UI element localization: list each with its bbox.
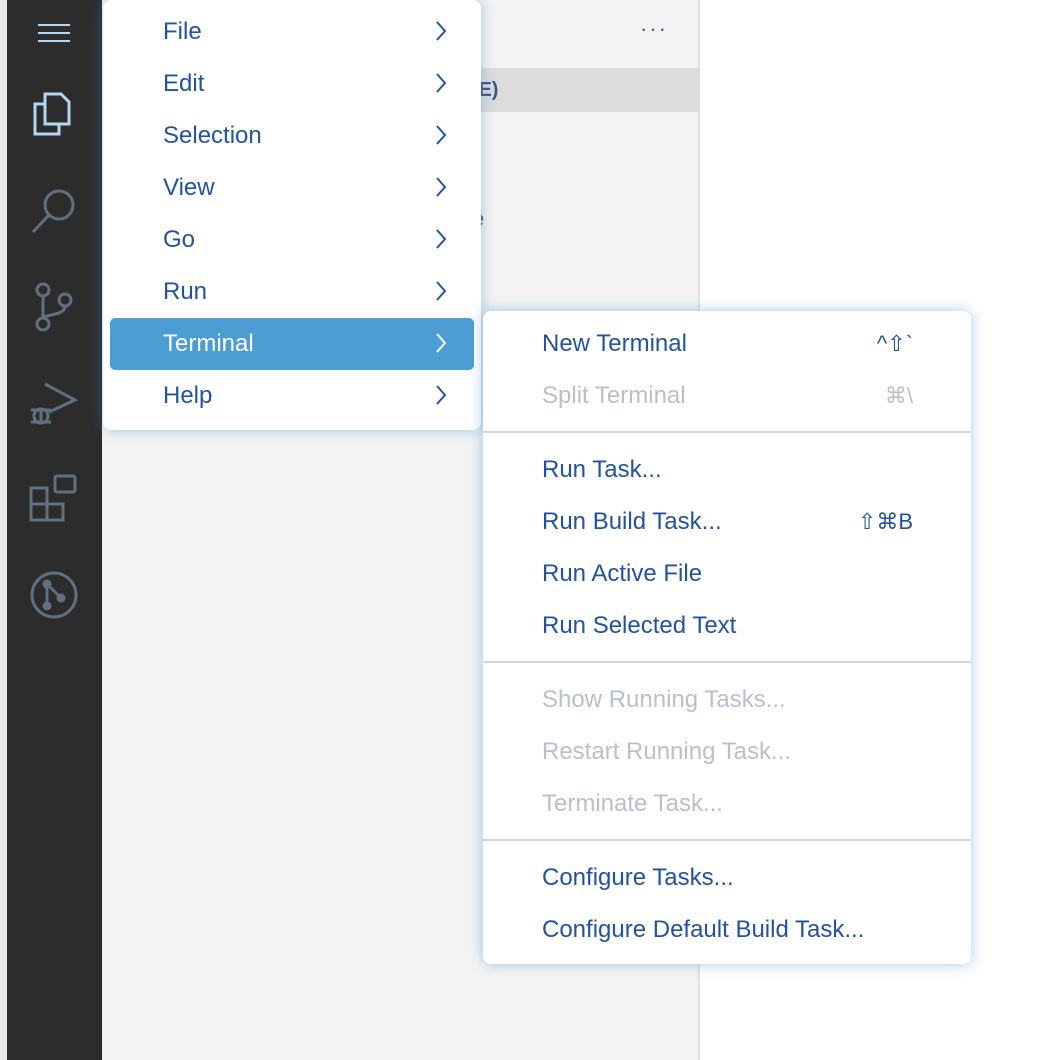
- menu-item-terminal[interactable]: Terminal: [110, 318, 474, 370]
- menu-separator: [483, 839, 971, 841]
- submenu-item-restart-running-task: Restart Running Task...: [483, 726, 971, 778]
- menu-item-edit[interactable]: Edit: [103, 58, 481, 110]
- submenu-item-terminate-task: Terminate Task...: [483, 778, 971, 830]
- activity-bar: [7, 0, 102, 1060]
- submenu-item-label: Run Task...: [542, 456, 662, 483]
- menu-item-label: Terminal: [163, 330, 254, 357]
- menu-hamburger-icon[interactable]: [29, 8, 79, 58]
- menu-item-help[interactable]: Help: [103, 370, 481, 422]
- menu-item-label: View: [163, 174, 215, 201]
- source-control-icon[interactable]: [29, 282, 79, 332]
- menu-item-go[interactable]: Go: [103, 214, 481, 266]
- terminal-submenu: New Terminal ^⇧` Split Terminal ⌘\ Run Task.…: [483, 311, 971, 964]
- menu-item-file[interactable]: File: [103, 6, 481, 58]
- menu-item-label: Edit: [163, 70, 205, 97]
- extensions-icon[interactable]: [29, 474, 79, 524]
- submenu-item-run-task[interactable]: Run Task...: [483, 444, 971, 496]
- application-menu: File Edit Selection View Go Run Terminal Help: [103, 0, 481, 430]
- submenu-item-configure-default-build-task[interactable]: Configure Default Build Task...: [483, 904, 971, 956]
- menu-item-run[interactable]: Run: [103, 266, 481, 318]
- run-debug-icon[interactable]: [29, 378, 79, 428]
- menu-item-label: Selection: [163, 122, 262, 149]
- submenu-item-label: Split Terminal: [542, 382, 686, 409]
- chevron-right-icon: [435, 124, 447, 153]
- chevron-right-icon: [435, 280, 447, 309]
- menu-separator: [483, 661, 971, 663]
- submenu-item-run-selected-text[interactable]: Run Selected Text: [483, 600, 971, 652]
- submenu-item-configure-tasks[interactable]: Configure Tasks...: [483, 852, 971, 904]
- workspace-header[interactable]: CE): [462, 68, 700, 112]
- submenu-item-label: Run Build Task...: [542, 508, 722, 535]
- submenu-item-run-active-file[interactable]: Run Active File: [483, 548, 971, 600]
- submenu-item-split-terminal: Split Terminal ⌘\: [483, 370, 971, 422]
- submenu-item-show-running-tasks: Show Running Tasks...: [483, 674, 971, 726]
- menu-item-view[interactable]: View: [103, 162, 481, 214]
- shortcut-label: ⇧⌘B: [857, 509, 913, 534]
- submenu-item-label: Run Selected Text: [542, 612, 737, 639]
- submenu-item-label: Configure Default Build Task...: [542, 916, 865, 943]
- submenu-item-new-terminal[interactable]: New Terminal ^⇧`: [483, 318, 971, 370]
- explorer-icon[interactable]: [29, 90, 79, 140]
- submenu-item-label: New Terminal: [542, 330, 687, 357]
- menu-item-label: Help: [163, 382, 213, 409]
- chevron-right-icon: [435, 20, 447, 49]
- menu-separator: [483, 431, 971, 433]
- chevron-right-icon: [435, 228, 447, 257]
- menu-item-label: Run: [163, 278, 208, 305]
- submenu-item-label: Restart Running Task...: [542, 738, 792, 765]
- more-actions-button[interactable]: ···: [640, 16, 668, 42]
- shortcut-label: ^⇧`: [876, 331, 913, 356]
- chevron-right-icon: [435, 176, 447, 205]
- git-graph-icon[interactable]: [29, 570, 79, 620]
- chevron-right-icon: [435, 332, 447, 361]
- submenu-item-label: Configure Tasks...: [542, 864, 734, 891]
- chevron-right-icon: [435, 384, 447, 413]
- menu-item-selection[interactable]: Selection: [103, 110, 481, 162]
- submenu-item-label: Terminate Task...: [542, 790, 723, 817]
- submenu-item-label: Run Active File: [542, 560, 703, 587]
- search-icon[interactable]: [29, 186, 79, 236]
- menu-item-label: File: [163, 18, 202, 45]
- submenu-item-label: Show Running Tasks...: [542, 686, 786, 713]
- chevron-right-icon: [435, 72, 447, 101]
- editor-edge: [0, 0, 7, 1060]
- shortcut-label: ⌘\: [884, 383, 913, 408]
- submenu-item-run-build-task[interactable]: Run Build Task... ⇧⌘B: [483, 496, 971, 548]
- menu-item-label: Go: [163, 226, 196, 253]
